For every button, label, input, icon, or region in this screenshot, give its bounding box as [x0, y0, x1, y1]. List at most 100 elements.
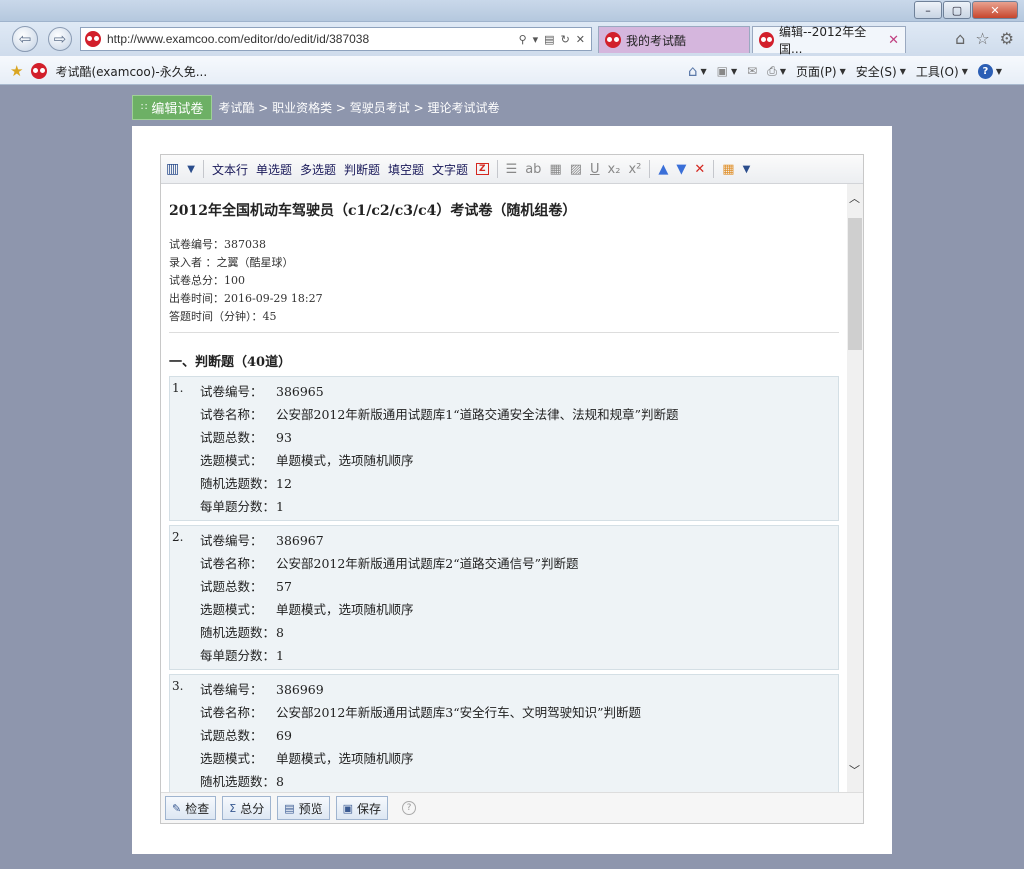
toolbar-separator [713, 160, 715, 178]
superscript-icon[interactable]: x² [628, 162, 641, 177]
meta-author: 录入者 ：之翼（酷星球） [169, 256, 294, 269]
label-name: 试卷名称： [200, 407, 263, 422]
label-total: 试题总数： [200, 430, 263, 445]
divider [169, 332, 839, 333]
compat-view-icon[interactable]: ▤ [544, 33, 554, 46]
site-logo-icon [85, 31, 101, 47]
image-icon[interactable]: ▨ [570, 162, 582, 177]
page-menu[interactable]: 页面(P) ▼ [796, 63, 846, 80]
total-score-button[interactable]: Σ 总分 [222, 796, 272, 820]
section-title[interactable]: 一、判断题（40道） [169, 351, 847, 370]
mail-button[interactable]: ✉ [747, 64, 757, 78]
question-id: 386965 [276, 384, 324, 399]
close-window-button[interactable]: ✕ [972, 1, 1018, 19]
home-icon[interactable]: ⌂ [955, 29, 965, 48]
scroll-down-icon[interactable]: ﹀ [849, 762, 860, 778]
save-button[interactable]: ▣ 保存 [335, 796, 389, 820]
mail-icon: ✉ [747, 64, 758, 78]
tools-menu[interactable]: 工具(O) ▼ [916, 63, 968, 80]
browser-toolbar-right: ⌂ ☆ ⚙ [955, 29, 1014, 48]
question-block[interactable]: 2. 试卷编号： 386967 试卷名称： 公安部2012年新版通用试题库2“道路交… [169, 525, 839, 670]
subscript-icon[interactable]: x₂ [608, 162, 621, 177]
meta-created-time: 出卷时间：2016-09-29 18:27 [169, 292, 323, 305]
question-total: 69 [276, 728, 292, 743]
address-url[interactable]: http://www.examcoo.com/editor/do/edit/id… [107, 32, 519, 46]
label-score: 每单题分数： [200, 499, 276, 514]
columns-icon[interactable]: ▥ [166, 161, 179, 177]
document-scrollbar[interactable]: ︿ ﹀ [847, 184, 863, 792]
search-icon[interactable]: ⚲ [519, 33, 527, 46]
preview-icon: ▤ [284, 801, 295, 815]
page-menu-label: 页面(P) [795, 64, 837, 79]
window-titlebar: – ▢ ✕ [0, 0, 1024, 22]
tab-edit[interactable]: 编辑--2012年全国... ✕ [752, 25, 906, 56]
move-down-icon[interactable]: ▼ [676, 162, 686, 177]
delete-icon[interactable]: ✕ [694, 162, 705, 177]
question-number: 1. [172, 381, 184, 395]
total-score-label: 总分 [240, 801, 265, 816]
preview-button[interactable]: ▤ 预览 [277, 796, 330, 820]
close-tab-icon[interactable]: ✕ [888, 33, 899, 48]
label-id: 试卷编号： [200, 384, 263, 399]
move-up-icon[interactable]: ▲ [658, 162, 668, 177]
label-id: 试卷编号： [200, 533, 263, 548]
print-menu[interactable]: ⎙ ▼ [767, 64, 786, 79]
minimize-button[interactable]: – [914, 1, 942, 19]
add-widget-dropdown-icon[interactable]: ▼ [743, 164, 751, 175]
spell-icon[interactable]: ab [525, 162, 541, 177]
add-favorite-icon[interactable]: ★ [10, 62, 23, 80]
browser-navbar: ⇦ ⇨ http://www.examcoo.com/editor/do/edi… [0, 22, 1024, 56]
feeds-menu[interactable]: ▣ ▼ [717, 64, 738, 78]
edit-paper-button[interactable]: ∷ 编辑试卷 [132, 95, 213, 120]
underline-icon[interactable]: U [590, 162, 600, 177]
scroll-up-icon[interactable]: ︿ [849, 190, 860, 206]
question-block[interactable]: 1. 试卷编号： 386965 试卷名称： 公安部2012年新版通用试题库1“道路交… [169, 376, 839, 521]
label-id: 试卷编号： [200, 682, 263, 697]
scrollbar-thumb[interactable] [848, 218, 862, 350]
stop-icon[interactable]: ✕ [576, 33, 585, 46]
refresh-icon[interactable]: ↻ [561, 33, 570, 46]
sum-icon: Σ [229, 801, 237, 815]
site-logo-icon [759, 32, 775, 48]
insert-text-line-button[interactable]: 文本行 [212, 161, 248, 178]
safety-menu[interactable]: 安全(S) ▼ [856, 63, 906, 80]
home-menu[interactable]: ⌂ ▼ [688, 62, 707, 80]
favorites-star-icon[interactable]: ☆ [975, 29, 989, 48]
label-score: 每单题分数： [200, 648, 276, 663]
add-widget-icon[interactable]: ▦ [722, 162, 734, 177]
dropdown-icon[interactable]: ▾ [533, 33, 539, 46]
list-icon[interactable]: ☰ [506, 162, 518, 177]
editor-panel: ▥ ▼ 文本行 单选题 多选题 判断题 填空题 文字题 Z ☰ ab ▦ ▨ U… [132, 126, 892, 854]
paper-title[interactable]: 2012年全国机动车驾驶员（c1/c2/c3/c4）考试卷（随机组卷） [169, 200, 847, 220]
back-button[interactable]: ⇦ [12, 26, 38, 52]
favorite-link[interactable]: 考试酷(examcoo)-永久免... [55, 63, 207, 80]
label-mode: 选题模式： [200, 751, 263, 766]
insert-text-question-button[interactable]: 文字题 [432, 161, 468, 178]
question-id: 386969 [276, 682, 324, 697]
settings-gear-icon[interactable]: ⚙ [1000, 29, 1014, 48]
question-number: 2. [172, 530, 184, 544]
forward-button[interactable]: ⇨ [48, 27, 72, 51]
insert-multi-choice-button[interactable]: 多选题 [300, 161, 336, 178]
label-mode: 选题模式： [200, 602, 263, 617]
help-menu[interactable]: ? ▼ [977, 63, 1002, 79]
toolbar-separator [202, 160, 204, 178]
maximize-button[interactable]: ▢ [943, 1, 971, 19]
z-question-icon[interactable]: Z [476, 163, 489, 175]
address-bar[interactable]: http://www.examcoo.com/editor/do/edit/id… [80, 27, 592, 51]
table-icon[interactable]: ▦ [549, 162, 561, 177]
question-block[interactable]: 3. 试卷编号： 386969 试卷名称： 公安部2012年新版通用试题库3“安全行… [169, 674, 839, 792]
columns-dropdown-icon[interactable]: ▼ [187, 164, 195, 175]
tab-my-examcoo[interactable]: 我的考试酷 [598, 26, 750, 53]
insert-fill-blank-button[interactable]: 填空题 [388, 161, 424, 178]
label-mode: 选题模式： [200, 453, 263, 468]
meta-paper-id: 试卷编号：387038 [169, 238, 266, 251]
editor-toolbar: ▥ ▼ 文本行 单选题 多选题 判断题 填空题 文字题 Z ☰ ab ▦ ▨ U… [161, 155, 863, 184]
check-button[interactable]: ✎ 检查 [165, 796, 217, 820]
help-icon[interactable]: ? [402, 801, 417, 815]
insert-true-false-button[interactable]: 判断题 [344, 161, 380, 178]
help-icon: ? [977, 63, 993, 79]
question-name: 公安部2012年新版通用试题库1“道路交通安全法律、法规和规章”判断题 [276, 407, 679, 422]
insert-single-choice-button[interactable]: 单选题 [256, 161, 292, 178]
breadcrumb-path[interactable]: 考试酷 > 职业资格类 > 驾驶员考试 > 理论考试试卷 [218, 99, 499, 116]
